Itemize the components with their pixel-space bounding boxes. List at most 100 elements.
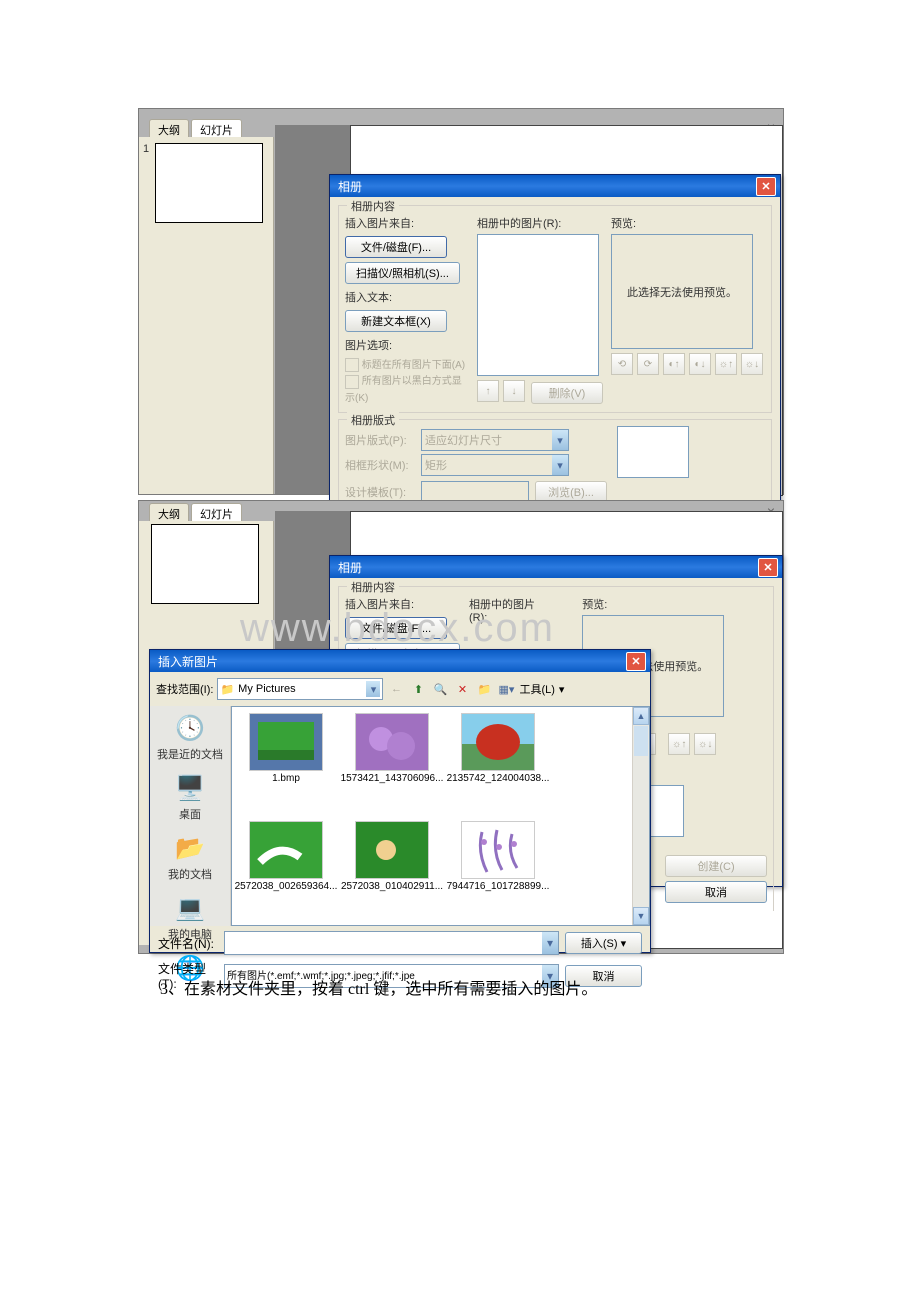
slide-thumbnail[interactable] [151, 524, 259, 604]
album-pictures-listbox[interactable] [477, 234, 599, 376]
label-black-white: 所有图片以黑白方式显示(K) [345, 376, 462, 403]
pic-layout-select[interactable]: 适应幻灯片尺寸▾ [421, 429, 569, 451]
scroll-thumb[interactable] [634, 726, 648, 756]
label-pic-options: 图片选项: [345, 337, 469, 353]
dialog-titlebar[interactable]: 插入新图片 ✕ [150, 650, 650, 672]
folder-select[interactable]: 📁 My Pictures ▾ [217, 678, 383, 700]
tools-menu[interactable]: 工具(L) [519, 681, 554, 697]
filename-input[interactable]: ▾ [224, 931, 559, 955]
place-mydocs[interactable]: 📂我的文档 [168, 832, 212, 882]
scrollbar[interactable]: ▲ ▼ [632, 707, 649, 925]
file-item[interactable]: 1573421_143706096... [344, 713, 440, 811]
label-caption-below: 标题在所有图片下面(A) [362, 360, 465, 371]
dialog-title: 相册 [334, 178, 756, 195]
new-textbox-button[interactable]: 新建文本框(X) [345, 310, 447, 332]
label-insert-from: 插入图片来自: [345, 596, 461, 612]
dialog-title: 插入新图片 [154, 653, 626, 670]
contrast-up-icon[interactable]: ◐↑ [663, 353, 685, 375]
places-bar: 🕓我是近的文档 🖥️桌面 📂我的文档 💻我的电脑 🌐 [150, 706, 231, 926]
scroll-up-icon[interactable]: ▲ [633, 707, 649, 725]
tab-slides[interactable]: 幻灯片 [191, 503, 242, 521]
computer-icon: 💻 [174, 892, 206, 924]
scanner-button[interactable]: 扫描仪/照相机(S)... [345, 262, 460, 284]
label-pic-layout: 图片版式(P): [345, 432, 415, 448]
dialog-titlebar[interactable]: 相册 ✕ [330, 556, 782, 578]
tab-outline[interactable]: 大纲 [149, 119, 189, 137]
scroll-down-icon[interactable]: ▼ [633, 907, 649, 925]
back-icon[interactable]: ← [387, 680, 405, 698]
chevron-down-icon[interactable]: ▾ [542, 932, 558, 954]
checkbox-bw [345, 375, 359, 389]
folder-name: My Pictures [238, 683, 295, 695]
label-insert-from: 插入图片来自: [345, 215, 469, 231]
template-preview [617, 426, 689, 478]
image-thumb-icon [461, 713, 535, 771]
delete-icon[interactable]: ✕ [453, 680, 471, 698]
file-item[interactable]: 1.bmp [238, 713, 334, 811]
image-thumb-icon [355, 821, 429, 879]
tab-outline[interactable]: 大纲 [149, 503, 189, 521]
image-thumb-icon [249, 821, 323, 879]
new-folder-icon[interactable]: 📁 [475, 680, 493, 698]
file-disk-button[interactable]: 文件/磁盘(F)... [345, 617, 447, 639]
file-toolbar: 查找范围(I): 📁 My Pictures ▾ ← ⬆ 🔍 ✕ 📁 ▦▾ 工具… [150, 672, 650, 706]
file-item[interactable]: 2135742_124004038... [450, 713, 546, 811]
move-down-button[interactable]: ↓ [503, 380, 525, 402]
label-insert-text: 插入文本: [345, 289, 469, 305]
search-icon[interactable]: 🔍 [431, 680, 449, 698]
desktop-icon: 🖥️ [174, 772, 206, 804]
no-preview-text: 此选择无法使用预览。 [627, 284, 737, 300]
place-recent[interactable]: 🕓我是近的文档 [157, 712, 223, 762]
tab-slides[interactable]: 幻灯片 [191, 119, 242, 137]
checkbox-caption [345, 358, 359, 372]
create-button[interactable]: 创建(C) [665, 855, 767, 877]
file-open-dialog: 插入新图片 ✕ 查找范围(I): 📁 My Pictures ▾ ← ⬆ 🔍 ✕… [149, 649, 651, 953]
place-desktop[interactable]: 🖥️桌面 [174, 772, 206, 822]
remove-button[interactable]: 删除(V) [531, 382, 603, 404]
folder-icon: 📁 [220, 683, 234, 696]
file-disk-button[interactable]: 文件/磁盘(F)... [345, 236, 447, 258]
fieldset-layout-legend: 相册版式 [347, 412, 399, 428]
chevron-down-icon: ▾ [552, 455, 568, 475]
brightness-down-icon[interactable]: ☼↓ [694, 733, 716, 755]
slide-thumbnail[interactable] [155, 143, 263, 223]
rotate-right-icon[interactable]: ⟳ [637, 353, 659, 375]
file-item[interactable]: 2572038_002659364... [238, 821, 334, 919]
image-thumb-icon [461, 821, 535, 879]
slide-number: 1 [143, 143, 149, 155]
up-folder-icon[interactable]: ⬆ [409, 680, 427, 698]
chevron-down-icon[interactable]: ▾ [366, 681, 380, 697]
label-design-template: 设计模板(T): [345, 484, 415, 500]
close-icon[interactable]: ✕ [756, 177, 776, 196]
move-up-button[interactable]: ↑ [477, 380, 499, 402]
close-icon[interactable]: ✕ [758, 558, 778, 577]
label-preview: 预览: [611, 215, 765, 231]
file-item[interactable]: 7944716_101728899... [450, 821, 546, 919]
cancel-button[interactable]: 取消 [665, 881, 767, 903]
label-pics-in-album: 相册中的图片(R): [477, 215, 603, 231]
close-icon[interactable]: ✕ [626, 652, 646, 671]
label-look-in: 查找范围(I): [156, 681, 213, 697]
label-filename: 文件名(N): [158, 935, 218, 952]
label-preview: 预览: [582, 596, 767, 612]
fieldset-content-legend: 相册内容 [347, 579, 399, 595]
preview-box: 此选择无法使用预览。 [611, 234, 753, 349]
brightness-up-icon[interactable]: ☼↑ [668, 733, 690, 755]
views-icon[interactable]: ▦▾ [497, 680, 515, 698]
brightness-down-icon[interactable]: ☼↓ [741, 353, 763, 375]
album-dialog: 相册 ✕ 相册内容 插入图片来自: 文件/磁盘(F)... 扫描仪/照相机(S)… [329, 174, 781, 556]
thumbnail-panel: 1 [139, 137, 274, 494]
screenshot-2: 大纲 幻灯片 × 相册 ✕ 相册内容 插入图片来自: 文件/磁盘(F)... 扫… [138, 500, 784, 954]
file-list[interactable]: 1.bmp 1573421_143706096... 2135742_12400… [231, 706, 650, 926]
contrast-down-icon[interactable]: ◐↓ [689, 353, 711, 375]
dialog-titlebar[interactable]: 相册 ✕ [330, 175, 780, 197]
frame-shape-select[interactable]: 矩形▾ [421, 454, 569, 476]
label-frame-shape: 相框形状(M): [345, 457, 415, 473]
recent-icon: 🕓 [174, 712, 206, 744]
insert-button[interactable]: 插入(S) ▾ [565, 932, 642, 954]
fieldset-content-legend: 相册内容 [347, 198, 399, 214]
brightness-up-icon[interactable]: ☼↑ [715, 353, 737, 375]
image-thumb-icon [355, 713, 429, 771]
file-item[interactable]: 2572038_010402911... [344, 821, 440, 919]
rotate-left-icon[interactable]: ⟲ [611, 353, 633, 375]
